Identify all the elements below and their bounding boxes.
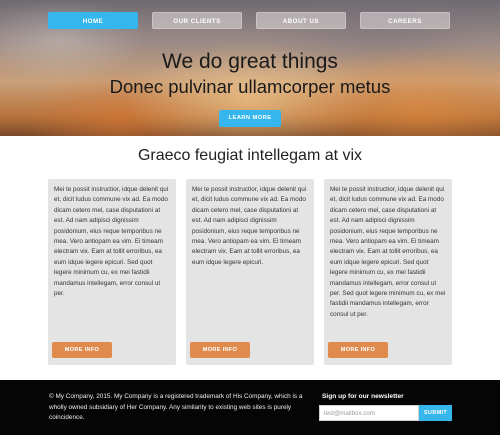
card-text: Mei te possit instructior, idque delenit… — [54, 186, 169, 298]
newsletter-title: Sign up for our newsletter — [322, 393, 404, 400]
nav-about-us-button[interactable]: ABOUT US — [256, 12, 346, 29]
more-info-button[interactable]: MORE INFO — [328, 342, 388, 358]
hero-title: We do great things — [162, 50, 338, 73]
info-card-3: Mei te possit instructior, idque delenit… — [324, 179, 452, 365]
info-card-1: Mei te possit instructior, idque delenit… — [48, 179, 176, 365]
more-info-button[interactable]: MORE INFO — [52, 342, 112, 358]
nav-our-clients-button[interactable]: OUR CLIENTS — [152, 12, 242, 29]
hero-subtitle: Donec pulvinar ullamcorper metus — [109, 76, 391, 97]
learn-more-button[interactable]: LEARN MORE — [219, 110, 281, 127]
newsletter-email-input[interactable] — [319, 405, 419, 421]
newsletter-submit-button[interactable]: SUBMIT — [419, 405, 452, 421]
main-nav: HOME OUR CLIENTS ABOUT US CAREERS — [48, 12, 452, 30]
nav-home-button[interactable]: HOME — [48, 12, 138, 29]
info-card-2: Mei te possit instructior, idque delenit… — [186, 179, 314, 365]
card-text: Mei te possit instructior, idque delenit… — [192, 186, 307, 266]
more-info-button[interactable]: MORE INFO — [190, 342, 250, 358]
site-footer: © My Company, 2015. My Company is a regi… — [0, 380, 500, 435]
copyright-text: © My Company, 2015. My Company is a regi… — [49, 393, 303, 421]
hero-banner: HOME OUR CLIENTS ABOUT US CAREERS We do … — [0, 0, 500, 136]
nav-careers-button[interactable]: CAREERS — [360, 12, 450, 29]
card-text: Mei te possit instructior, idque delenit… — [330, 186, 446, 318]
section-title: Graeco feugiat intellegam at vix — [137, 147, 363, 164]
